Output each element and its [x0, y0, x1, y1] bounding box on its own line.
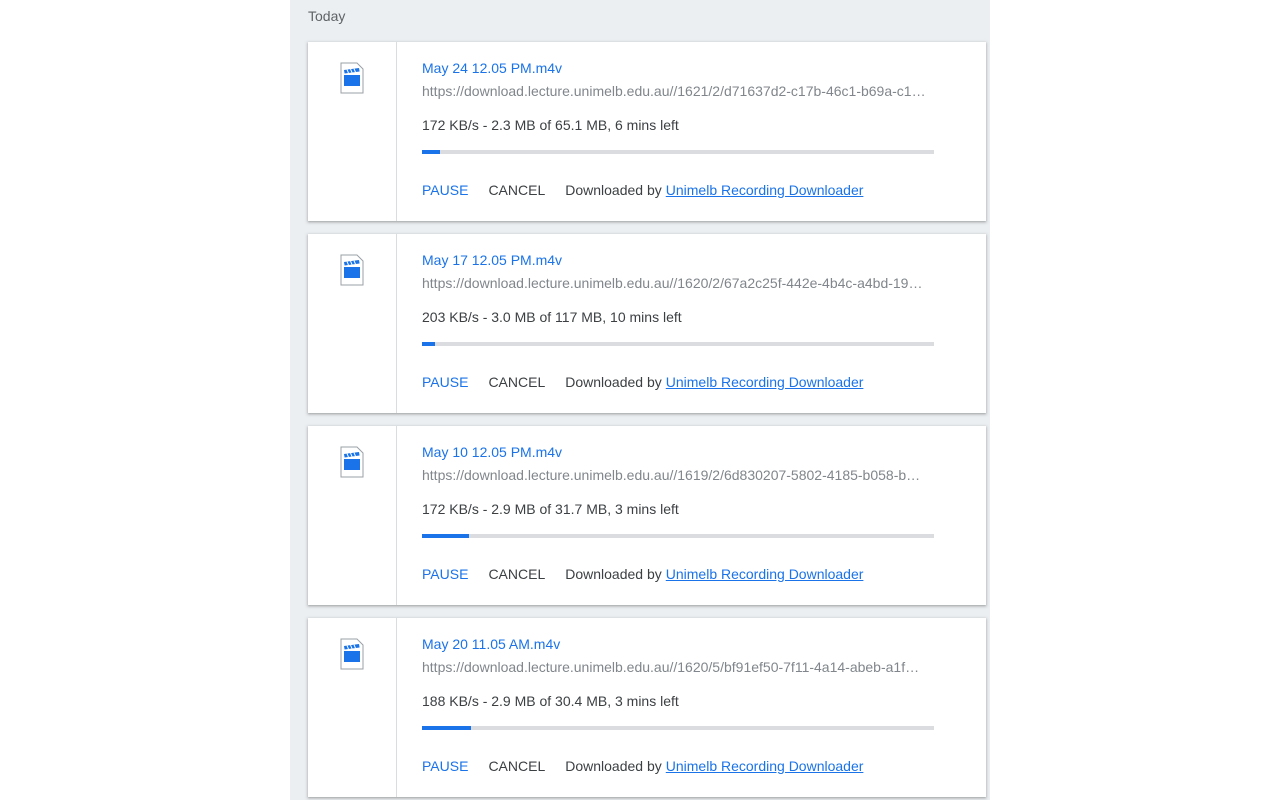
download-details: May 24 12.05 PM.m4v https://download.lec… [422, 42, 942, 221]
file-url: https://download.lecture.unimelb.edu.au/… [422, 83, 926, 99]
downloads-list: Today May 24 12.05 PM.m4v https://downlo… [290, 0, 990, 800]
file-icon-column [308, 42, 397, 221]
progress-fill [422, 150, 440, 154]
downloaded-by-text: Downloaded by [565, 566, 662, 582]
pause-button[interactable]: PAUSE [422, 182, 468, 198]
cancel-button[interactable]: CANCEL [488, 374, 545, 390]
download-details: May 10 12.05 PM.m4v https://download.lec… [422, 426, 942, 605]
progress-fill [422, 726, 471, 730]
extension-link[interactable]: Unimelb Recording Downloader [666, 182, 864, 198]
extension-link[interactable]: Unimelb Recording Downloader [666, 374, 864, 390]
video-file-icon [340, 254, 364, 286]
download-item: May 10 12.05 PM.m4v https://download.lec… [308, 426, 986, 605]
download-actions: PAUSE CANCEL Downloaded by Unimelb Recor… [422, 182, 863, 198]
date-header: Today [308, 8, 346, 24]
file-name-link[interactable]: May 24 12.05 PM.m4v [422, 60, 562, 76]
download-status: 188 KB/s - 2.9 MB of 30.4 MB, 3 mins lef… [422, 693, 679, 709]
video-file-icon [340, 638, 364, 670]
video-file-icon [340, 62, 364, 94]
downloaded-by-text: Downloaded by [565, 758, 662, 774]
file-name-link[interactable]: May 17 12.05 PM.m4v [422, 252, 562, 268]
file-name-link[interactable]: May 10 12.05 PM.m4v [422, 444, 562, 460]
download-status: 203 KB/s - 3.0 MB of 117 MB, 10 mins lef… [422, 309, 682, 325]
file-icon-column [308, 426, 397, 605]
download-actions: PAUSE CANCEL Downloaded by Unimelb Recor… [422, 758, 863, 774]
extension-link[interactable]: Unimelb Recording Downloader [666, 758, 864, 774]
downloaded-by-text: Downloaded by [565, 182, 662, 198]
pause-button[interactable]: PAUSE [422, 566, 468, 582]
progress-bar [422, 726, 934, 730]
download-actions: PAUSE CANCEL Downloaded by Unimelb Recor… [422, 374, 863, 390]
file-icon-column [308, 618, 397, 797]
video-file-icon [340, 446, 364, 478]
extension-link[interactable]: Unimelb Recording Downloader [666, 566, 864, 582]
file-url: https://download.lecture.unimelb.edu.au/… [422, 467, 921, 483]
pause-button[interactable]: PAUSE [422, 374, 468, 390]
progress-bar [422, 534, 934, 538]
download-details: May 20 11.05 AM.m4v https://download.lec… [422, 618, 942, 797]
progress-fill [422, 534, 469, 538]
download-item: May 24 12.05 PM.m4v https://download.lec… [308, 42, 986, 221]
download-item: May 17 12.05 PM.m4v https://download.lec… [308, 234, 986, 413]
file-url: https://download.lecture.unimelb.edu.au/… [422, 275, 923, 291]
file-icon-column [308, 234, 397, 413]
pause-button[interactable]: PAUSE [422, 758, 468, 774]
download-details: May 17 12.05 PM.m4v https://download.lec… [422, 234, 942, 413]
download-item: May 20 11.05 AM.m4v https://download.lec… [308, 618, 986, 797]
downloaded-by-text: Downloaded by [565, 374, 662, 390]
cancel-button[interactable]: CANCEL [488, 182, 545, 198]
download-status: 172 KB/s - 2.9 MB of 31.7 MB, 3 mins lef… [422, 501, 679, 517]
download-actions: PAUSE CANCEL Downloaded by Unimelb Recor… [422, 566, 863, 582]
file-url: https://download.lecture.unimelb.edu.au/… [422, 659, 920, 675]
file-name-link[interactable]: May 20 11.05 AM.m4v [422, 636, 560, 652]
progress-bar [422, 150, 934, 154]
download-status: 172 KB/s - 2.3 MB of 65.1 MB, 6 mins lef… [422, 117, 679, 133]
cancel-button[interactable]: CANCEL [488, 758, 545, 774]
cancel-button[interactable]: CANCEL [488, 566, 545, 582]
progress-fill [422, 342, 436, 346]
progress-bar [422, 342, 934, 346]
